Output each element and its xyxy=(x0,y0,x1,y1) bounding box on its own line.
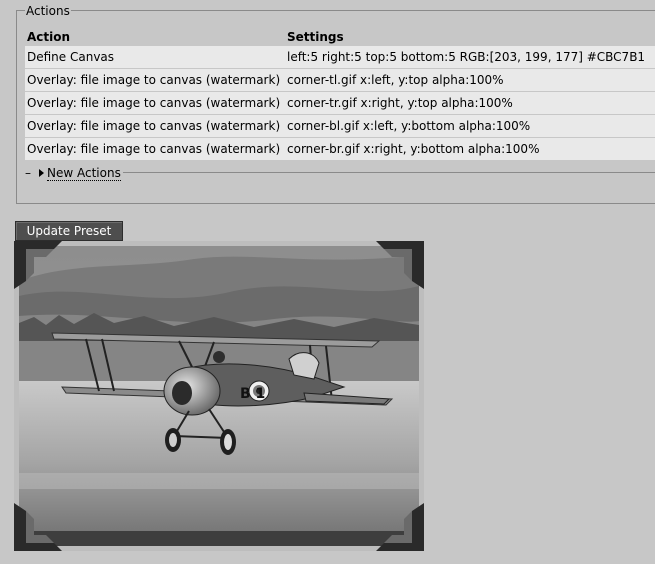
collapse-toggle[interactable]: – xyxy=(25,166,35,180)
expand-arrow-icon xyxy=(39,169,44,177)
new-actions-toggle[interactable]: – New Actions xyxy=(25,166,123,181)
update-preset-button[interactable]: Update Preset xyxy=(15,221,123,241)
actions-table: Action Settings Define Canvas left:5 rig… xyxy=(25,28,655,161)
table-row[interactable]: Overlay: file image to canvas (watermark… xyxy=(25,92,655,114)
fuselage-marking: B 1 xyxy=(240,386,265,402)
action-cell: Overlay: file image to canvas (watermark… xyxy=(27,119,281,133)
table-row[interactable]: Overlay: file image to canvas (watermark… xyxy=(25,69,655,91)
new-actions-section: – New Actions xyxy=(25,166,655,181)
actions-fieldset: Actions Action Settings Define Canvas le… xyxy=(16,4,655,204)
preset-preview-image: B 1 xyxy=(14,241,424,551)
settings-cell: corner-tl.gif x:left, y:top alpha:100% xyxy=(287,73,504,87)
action-cell: Overlay: file image to canvas (watermark… xyxy=(27,96,281,110)
column-header-settings: Settings xyxy=(287,30,344,44)
new-actions-link[interactable]: New Actions xyxy=(47,166,121,181)
settings-cell: corner-tr.gif x:right, y:top alpha:100% xyxy=(287,96,513,110)
settings-cell: corner-br.gif x:right, y:bottom alpha:10… xyxy=(287,142,540,156)
action-cell: Overlay: file image to canvas (watermark… xyxy=(27,73,281,87)
actions-legend: Actions xyxy=(25,4,71,18)
settings-cell: left:5 right:5 top:5 bottom:5 RGB:[203, … xyxy=(287,50,646,64)
settings-cell: corner-bl.gif x:left, y:bottom alpha:100… xyxy=(287,119,531,133)
table-row[interactable]: Overlay: file image to canvas (watermark… xyxy=(25,138,655,160)
action-cell: Overlay: file image to canvas (watermark… xyxy=(27,142,281,156)
photo: B 1 xyxy=(19,246,419,546)
column-header-action: Action xyxy=(27,30,71,44)
table-row[interactable]: Overlay: file image to canvas (watermark… xyxy=(25,115,655,137)
action-cell: Define Canvas xyxy=(27,50,115,64)
table-header: Action Settings xyxy=(25,28,655,46)
table-row[interactable]: Define Canvas left:5 right:5 top:5 botto… xyxy=(25,46,655,68)
